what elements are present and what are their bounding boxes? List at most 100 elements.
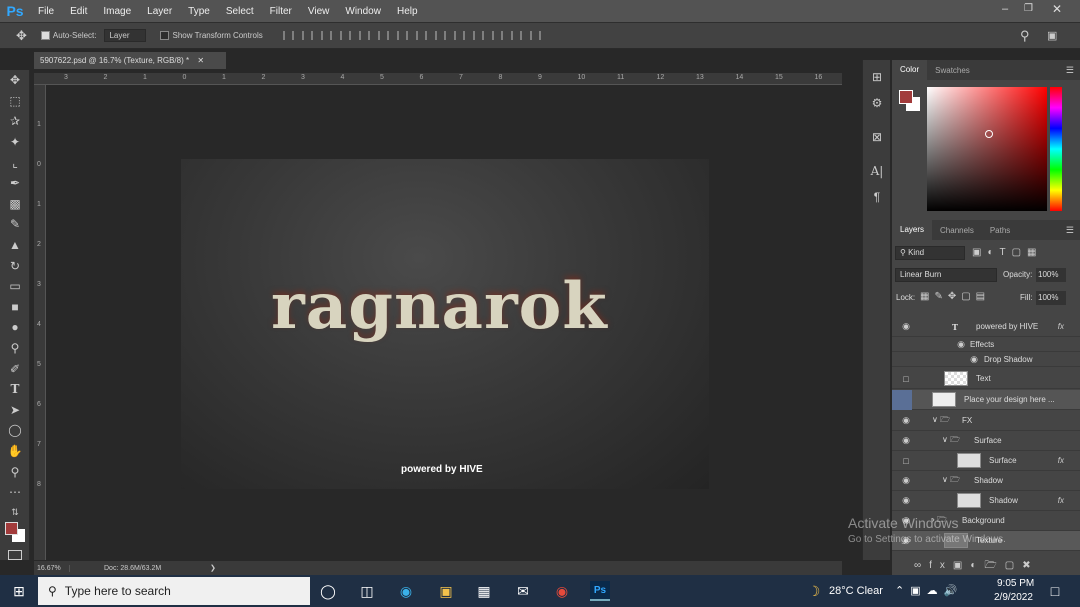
more-tools-icon[interactable]: ⋯ bbox=[0, 482, 30, 503]
layer-row[interactable]: □ Text bbox=[892, 369, 1080, 389]
color-picker-handle[interactable] bbox=[985, 130, 993, 138]
design-artboard[interactable]: ragnarok powered by HIVE bbox=[181, 159, 709, 489]
task-view-icon[interactable]: ◫ bbox=[357, 581, 377, 601]
menu-window[interactable]: Window bbox=[337, 6, 389, 17]
visibility-eye-icon[interactable]: ◉ bbox=[901, 321, 911, 332]
menu-select[interactable]: Select bbox=[218, 6, 262, 17]
dodge-tool-icon[interactable]: ⚲ bbox=[0, 338, 30, 359]
tab-swatches[interactable]: Swatches bbox=[927, 66, 978, 75]
lock-icons[interactable]: ▦✎✥▢▤ bbox=[920, 291, 990, 302]
properties-panel-icon[interactable]: ⚙ bbox=[863, 90, 891, 116]
ellipse-tool-icon[interactable]: ◯ bbox=[0, 420, 30, 441]
layer-row[interactable]: Place your design here ... bbox=[892, 389, 1080, 410]
move-tool-icon[interactable]: ✥ bbox=[0, 70, 30, 91]
menu-help[interactable]: Help bbox=[389, 6, 426, 17]
document-tab[interactable]: 5907622.psd @ 16.7% (Texture, RGB/8) * ✕ bbox=[34, 52, 226, 69]
panel-menu-icon[interactable]: ☰ bbox=[1066, 225, 1074, 236]
visibility-off-icon[interactable] bbox=[892, 389, 912, 410]
menu-type[interactable]: Type bbox=[180, 6, 218, 17]
layer-row[interactable]: ◉ ∨ 🗁 Surface bbox=[892, 431, 1080, 451]
layer-row[interactable]: ◉ Shadow fx bbox=[892, 491, 1080, 511]
layer-row[interactable]: ◉ Effects bbox=[892, 337, 1080, 352]
clock-time[interactable]: 9:05 PM bbox=[997, 578, 1034, 589]
crop-tool-icon[interactable]: ⌞ bbox=[0, 152, 30, 173]
filter-icons[interactable]: ▣◐T▢▦ bbox=[972, 247, 1043, 258]
visibility-eye-icon[interactable]: ◉ bbox=[901, 495, 911, 506]
blur-tool-icon[interactable]: ● bbox=[0, 317, 30, 338]
foreground-color-swatch[interactable] bbox=[899, 90, 913, 104]
tab-color[interactable]: Color bbox=[892, 60, 928, 80]
filter-kind-dropdown[interactable]: ⚲ Kind bbox=[895, 246, 965, 260]
restore-icon[interactable]: ❐ bbox=[1024, 3, 1033, 14]
type-tool-icon[interactable]: T bbox=[0, 379, 30, 400]
edge-browser-icon[interactable]: ◉ bbox=[396, 581, 416, 601]
menu-image[interactable]: Image bbox=[95, 6, 139, 17]
fill-input[interactable]: 100% bbox=[1036, 291, 1066, 305]
clock-date[interactable]: 2/9/2022 bbox=[994, 592, 1033, 603]
tab-paths[interactable]: Paths bbox=[982, 226, 1018, 235]
lasso-tool-icon[interactable]: ✰ bbox=[0, 111, 30, 132]
move-tool-icon[interactable]: ✥ bbox=[16, 28, 27, 44]
pen-tool-icon[interactable]: ✐ bbox=[0, 358, 30, 379]
foreground-color-swatch[interactable] bbox=[5, 522, 18, 535]
system-tray-icons[interactable]: ⌃▣☁🔊 bbox=[895, 584, 963, 597]
gradient-tool-icon[interactable]: ■ bbox=[0, 297, 30, 318]
history-brush-icon[interactable]: ↻ bbox=[0, 255, 30, 276]
eyedropper-icon[interactable]: ✒ bbox=[0, 173, 30, 194]
workspace-icon[interactable]: ▣ bbox=[1047, 29, 1057, 42]
windows-start-icon[interactable]: ⊞ bbox=[9, 581, 29, 601]
layer-row[interactable]: ◉ Tpowered by HIVE fx bbox=[892, 317, 1080, 337]
visibility-eye-icon[interactable]: ◉ bbox=[901, 415, 911, 426]
store-icon[interactable]: ▦ bbox=[474, 581, 494, 601]
zoom-level[interactable]: 16.67% bbox=[34, 564, 70, 572]
path-select-icon[interactable]: ➤ bbox=[0, 400, 30, 421]
visibility-off-icon[interactable]: □ bbox=[901, 374, 911, 384]
chrome-icon[interactable]: ◉ bbox=[552, 581, 572, 601]
eraser-icon[interactable]: ▭ bbox=[0, 276, 30, 297]
status-arrow-icon[interactable]: ❯ bbox=[210, 564, 216, 572]
healing-brush-icon[interactable]: ▩ bbox=[0, 194, 30, 215]
zoom-tool-icon[interactable]: ⚲ bbox=[0, 461, 30, 482]
opacity-input[interactable]: 100% bbox=[1036, 268, 1066, 282]
hand-tool-icon[interactable]: ✋ bbox=[0, 441, 30, 462]
panel-menu-icon[interactable]: ☰ bbox=[1066, 65, 1074, 76]
visibility-off-icon[interactable]: □ bbox=[901, 456, 911, 466]
file-explorer-icon[interactable]: ▣ bbox=[436, 581, 456, 601]
menu-layer[interactable]: Layer bbox=[139, 6, 180, 17]
history-panel-icon[interactable]: ⊞ bbox=[863, 64, 891, 90]
swap-colors-icon[interactable]: ⇅ bbox=[0, 502, 30, 523]
weather-text[interactable]: 28°C Clear bbox=[829, 585, 883, 597]
visibility-eye-icon[interactable]: ◉ bbox=[956, 339, 966, 350]
layer-row[interactable]: ◉ Drop Shadow bbox=[892, 352, 1080, 367]
character-panel-icon[interactable]: A| bbox=[863, 158, 891, 184]
menu-view[interactable]: View bbox=[300, 6, 338, 17]
stamp-tool-icon[interactable]: ▲ bbox=[0, 235, 30, 256]
visibility-eye-icon[interactable]: ◉ bbox=[901, 475, 911, 486]
search-icon[interactable]: ⚲ bbox=[1020, 28, 1030, 44]
menu-edit[interactable]: Edit bbox=[62, 6, 95, 17]
brush-tool-icon[interactable]: ✎ bbox=[0, 214, 30, 235]
menu-filter[interactable]: Filter bbox=[262, 6, 300, 17]
visibility-eye-icon[interactable]: ◉ bbox=[969, 354, 979, 365]
color-picker-field[interactable] bbox=[927, 87, 1047, 211]
taskbar-search[interactable]: ⚲ Type here to search bbox=[38, 577, 310, 605]
paragraph-panel-icon[interactable]: ¶ bbox=[863, 184, 891, 210]
cortana-icon[interactable]: ◯ bbox=[318, 581, 338, 601]
quick-mask-icon[interactable] bbox=[8, 550, 22, 560]
marquee-tool-icon[interactable]: ⬚ bbox=[0, 91, 30, 112]
align-buttons[interactable] bbox=[279, 31, 545, 40]
menu-file[interactable]: File bbox=[30, 6, 62, 17]
show-transform-checkbox[interactable]: Show Transform Controls bbox=[160, 31, 263, 40]
layer-row[interactable]: ◉ ∨ 🗁 Shadow bbox=[892, 471, 1080, 491]
mail-icon[interactable]: ✉ bbox=[513, 581, 533, 601]
layer-select-dropdown[interactable]: Layer bbox=[104, 29, 147, 42]
magic-wand-icon[interactable]: ✦ bbox=[0, 132, 30, 153]
layer-row[interactable]: □ Surface fx bbox=[892, 451, 1080, 471]
photoshop-taskbar-icon[interactable]: Ps bbox=[590, 581, 610, 601]
visibility-eye-icon[interactable]: ◉ bbox=[901, 435, 911, 446]
minimize-icon[interactable]: – bbox=[1002, 3, 1008, 15]
notifications-icon[interactable]: □ bbox=[1045, 581, 1065, 601]
close-tab-icon[interactable]: ✕ bbox=[197, 56, 204, 65]
tab-layers[interactable]: Layers bbox=[892, 220, 933, 240]
tab-channels[interactable]: Channels bbox=[932, 226, 982, 235]
